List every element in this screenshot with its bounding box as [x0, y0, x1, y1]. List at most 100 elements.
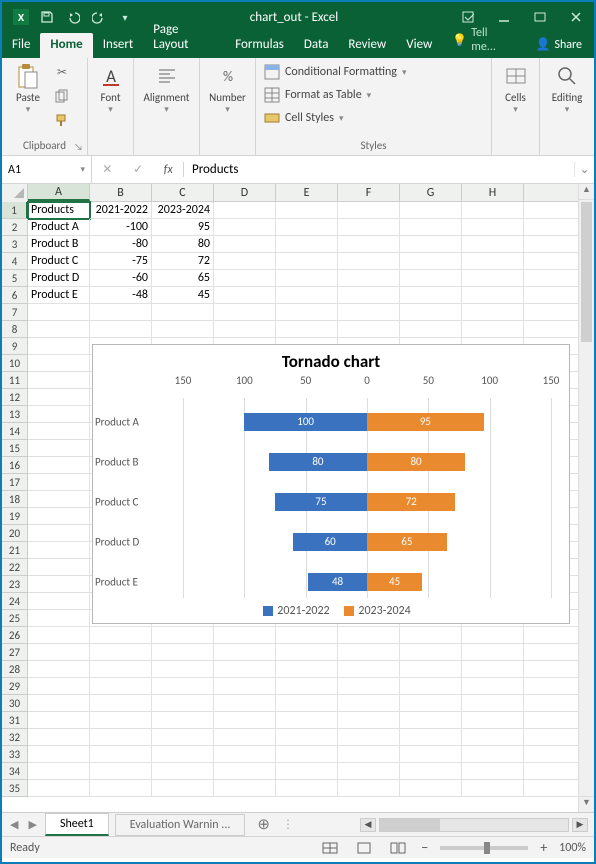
row-header[interactable]: 19: [2, 508, 28, 525]
column-header[interactable]: A: [28, 184, 90, 201]
cell[interactable]: [152, 678, 214, 695]
alignment-group-button[interactable]: Alignment ▾: [140, 61, 193, 117]
cell[interactable]: [90, 304, 152, 321]
cell[interactable]: [214, 627, 276, 644]
format-as-table-button[interactable]: Format as Table ▾: [264, 85, 371, 105]
cell[interactable]: [524, 219, 586, 236]
cell[interactable]: [338, 304, 400, 321]
row-header[interactable]: 18: [2, 491, 28, 508]
hscroll-right-icon[interactable]: ▶: [572, 818, 588, 832]
cell[interactable]: [338, 321, 400, 338]
cell[interactable]: [462, 644, 524, 661]
cell[interactable]: [28, 474, 90, 491]
cell[interactable]: [276, 763, 338, 780]
cell[interactable]: Product D: [28, 270, 90, 287]
row-header[interactable]: 27: [2, 644, 28, 661]
cell[interactable]: [214, 304, 276, 321]
cell[interactable]: [524, 304, 586, 321]
cell[interactable]: [214, 236, 276, 253]
cell[interactable]: [338, 202, 400, 219]
cell[interactable]: [28, 355, 90, 372]
cancel-formula-icon[interactable]: ✕: [102, 162, 112, 177]
cell[interactable]: [462, 780, 524, 797]
row-header[interactable]: 33: [2, 746, 28, 763]
cell[interactable]: [28, 627, 90, 644]
cell[interactable]: [152, 746, 214, 763]
conditional-formatting-button[interactable]: Conditional Formatting ▾: [264, 62, 406, 82]
tab-home[interactable]: Home: [40, 33, 92, 58]
cell[interactable]: [338, 780, 400, 797]
column-header[interactable]: F: [338, 184, 400, 201]
share-button[interactable]: 👤Share: [523, 33, 594, 58]
column-header[interactable]: C: [152, 184, 214, 201]
row-header[interactable]: 11: [2, 372, 28, 389]
cell[interactable]: [276, 746, 338, 763]
cell[interactable]: Products: [28, 202, 90, 219]
tab-page-layout[interactable]: Page Layout: [143, 18, 225, 58]
cell[interactable]: [152, 712, 214, 729]
cell[interactable]: [28, 559, 90, 576]
cell[interactable]: [276, 236, 338, 253]
cell[interactable]: [524, 287, 586, 304]
zoom-out-icon[interactable]: −: [421, 839, 428, 856]
row-header[interactable]: 3: [2, 236, 28, 253]
cell[interactable]: [462, 627, 524, 644]
cell[interactable]: [214, 678, 276, 695]
column-header[interactable]: H: [462, 184, 524, 201]
cell[interactable]: [524, 627, 586, 644]
row-header[interactable]: 22: [2, 559, 28, 576]
normal-view-icon[interactable]: [319, 840, 341, 856]
cell[interactable]: [28, 780, 90, 797]
cell[interactable]: [90, 695, 152, 712]
row-header[interactable]: 25: [2, 610, 28, 627]
tab-data[interactable]: Data: [294, 33, 339, 58]
cell[interactable]: -100: [90, 219, 152, 236]
cell[interactable]: [28, 372, 90, 389]
cell[interactable]: 2023-2024: [152, 202, 214, 219]
cell[interactable]: [400, 236, 462, 253]
format-painter-icon[interactable]: [51, 109, 73, 131]
cell[interactable]: [524, 780, 586, 797]
page-break-view-icon[interactable]: [387, 840, 409, 856]
cell[interactable]: [400, 661, 462, 678]
cell[interactable]: [524, 678, 586, 695]
cell[interactable]: [400, 321, 462, 338]
cell[interactable]: [90, 661, 152, 678]
cell[interactable]: [152, 644, 214, 661]
cell[interactable]: [28, 644, 90, 661]
cell[interactable]: [524, 270, 586, 287]
cell[interactable]: [28, 321, 90, 338]
cell[interactable]: [276, 253, 338, 270]
cell[interactable]: [400, 219, 462, 236]
formula-input[interactable]: Products: [184, 162, 574, 177]
cell[interactable]: [28, 695, 90, 712]
cell[interactable]: [338, 661, 400, 678]
cell[interactable]: [90, 678, 152, 695]
tab-nav-prev-icon[interactable]: ◀: [8, 818, 20, 831]
hscroll-left-icon[interactable]: ◀: [360, 818, 376, 832]
cell[interactable]: [400, 746, 462, 763]
cell[interactable]: [338, 627, 400, 644]
row-header[interactable]: 28: [2, 661, 28, 678]
cell[interactable]: [524, 729, 586, 746]
cell[interactable]: [462, 287, 524, 304]
cell[interactable]: [338, 712, 400, 729]
cell[interactable]: 2021-2022: [90, 202, 152, 219]
cell[interactable]: [152, 627, 214, 644]
row-header[interactable]: 5: [2, 270, 28, 287]
cell[interactable]: [400, 644, 462, 661]
cell[interactable]: [90, 627, 152, 644]
tab-file[interactable]: File: [2, 33, 40, 58]
column-header[interactable]: D: [214, 184, 276, 201]
cell[interactable]: [214, 219, 276, 236]
tab-formulas[interactable]: Formulas: [225, 33, 294, 58]
accept-formula-icon[interactable]: ✓: [133, 162, 143, 177]
cell[interactable]: Product E: [28, 287, 90, 304]
row-header[interactable]: 10: [2, 355, 28, 372]
cell[interactable]: [338, 678, 400, 695]
cell[interactable]: [400, 270, 462, 287]
cell[interactable]: [28, 746, 90, 763]
row-header[interactable]: 7: [2, 304, 28, 321]
cell[interactable]: [338, 644, 400, 661]
cell[interactable]: [462, 712, 524, 729]
